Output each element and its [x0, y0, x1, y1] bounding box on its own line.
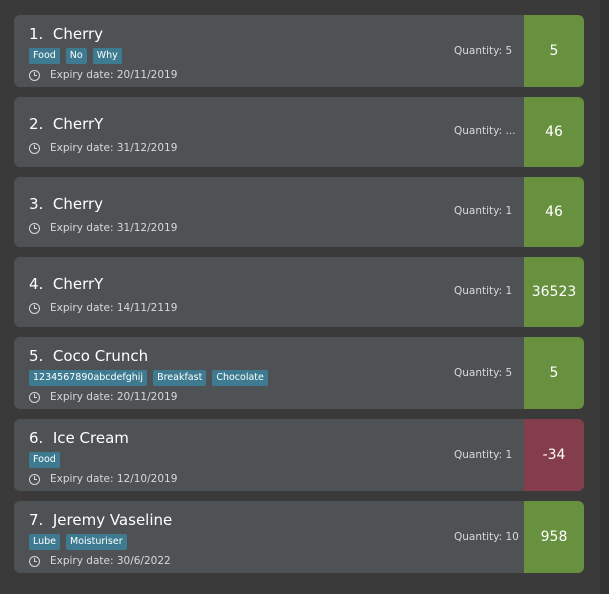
days-remaining-badge: 5 — [524, 337, 584, 409]
days-remaining-badge: 958 — [524, 501, 584, 573]
tag-list: Lube Moisturiser — [29, 534, 127, 550]
list-item[interactable]: 3. Cherry Expiry date: 31/12/2019 Quanti… — [14, 177, 584, 247]
clock-icon — [29, 142, 40, 154]
clock-icon — [29, 69, 40, 81]
clock-icon — [29, 473, 40, 485]
days-remaining-badge: -34 — [524, 419, 584, 491]
expiry-date: Expiry date: 31/12/2019 — [50, 222, 178, 234]
tag: No — [65, 48, 87, 64]
expiry-date: Expiry date: 20/11/2019 — [50, 391, 178, 403]
days-remaining-badge: 46 — [524, 97, 584, 167]
expiry-row: Expiry date: 20/11/2019 — [29, 391, 177, 403]
item-list-panel: 1. Cherry Food No Why Expiry date: 20/11… — [0, 0, 600, 594]
item-index: 3. — [29, 195, 44, 213]
days-remaining-badge: 36523 — [524, 257, 584, 327]
item-name: Ice Cream — [52, 429, 129, 447]
days-remaining-badge: 5 — [524, 15, 584, 87]
tag: Lube — [29, 534, 61, 550]
list-item[interactable]: 6. Ice Cream Food Expiry date: 12/10/201… — [14, 419, 584, 491]
item-name: CherrY — [52, 275, 104, 293]
expiry-row: Expiry date: 30/6/2022 — [29, 555, 171, 567]
expiry-date: Expiry date: 31/12/2019 — [50, 142, 178, 154]
expiry-date: Expiry date: 14/11/2119 — [50, 302, 178, 314]
item-name: Jeremy Vaseline — [52, 511, 173, 529]
item-name: Cherry — [52, 195, 104, 213]
item-index: 7. — [29, 511, 44, 529]
expiry-row: Expiry date: 12/10/2019 — [29, 473, 177, 485]
quantity-label: Quantity: 1 — [454, 205, 513, 217]
expiry-date: Expiry date: 12/10/2019 — [50, 473, 178, 485]
item-title: 7. Jeremy Vaseline — [29, 511, 172, 529]
item-title: 6. Ice Cream — [29, 429, 129, 447]
clock-icon — [29, 555, 40, 567]
tag-list: Food — [29, 452, 60, 468]
item-title: 4. CherrY — [29, 275, 103, 293]
expiry-date: Expiry date: 30/6/2022 — [50, 555, 171, 567]
quantity-label: Quantity: 10 — [454, 531, 519, 543]
scrollbar[interactable] — [600, 0, 609, 594]
tag: Why — [92, 48, 122, 64]
list-item[interactable]: 1. Cherry Food No Why Expiry date: 20/11… — [14, 15, 584, 87]
tag: Moisturiser — [66, 534, 127, 550]
item-index: 5. — [29, 347, 44, 365]
tag-list: Food No Why — [29, 48, 122, 64]
quantity-label: Quantity: ... — [454, 125, 516, 137]
item-title: 1. Cherry — [29, 25, 103, 43]
clock-icon — [29, 302, 40, 314]
tag: Chocolate — [212, 370, 268, 386]
tag: Breakfast — [153, 370, 207, 386]
item-index: 1. — [29, 25, 44, 43]
item-title: 5. Coco Crunch — [29, 347, 148, 365]
list-item[interactable]: 4. CherrY Expiry date: 14/11/2119 Quanti… — [14, 257, 584, 327]
clock-icon — [29, 222, 40, 234]
item-index: 6. — [29, 429, 44, 447]
item-name: CherrY — [52, 115, 104, 133]
quantity-label: Quantity: 5 — [454, 45, 513, 57]
item-index: 4. — [29, 275, 44, 293]
item-title: 3. Cherry — [29, 195, 103, 213]
list-item[interactable]: 5. Coco Crunch 1234567890abcdefghij Brea… — [14, 337, 584, 409]
days-remaining-badge: 46 — [524, 177, 584, 247]
expiry-row: Expiry date: 14/11/2119 — [29, 302, 177, 314]
quantity-label: Quantity: 1 — [454, 449, 513, 461]
tag: Food — [29, 452, 60, 468]
expiry-row: Expiry date: 31/12/2019 — [29, 142, 177, 154]
clock-icon — [29, 391, 40, 403]
item-name: Cherry — [52, 25, 104, 43]
quantity-label: Quantity: 5 — [454, 367, 513, 379]
expiry-row: Expiry date: 31/12/2019 — [29, 222, 177, 234]
expiry-row: Expiry date: 20/11/2019 — [29, 69, 177, 81]
tag: Food — [29, 48, 60, 64]
item-index: 2. — [29, 115, 44, 133]
list-item[interactable]: 2. CherrY Expiry date: 31/12/2019 Quanti… — [14, 97, 584, 167]
item-name: Coco Crunch — [52, 347, 149, 365]
expiry-date: Expiry date: 20/11/2019 — [50, 69, 178, 81]
tag-list: 1234567890abcdefghij Breakfast Chocolate — [29, 370, 268, 386]
tag: 1234567890abcdefghij — [29, 370, 148, 386]
item-title: 2. CherrY — [29, 115, 103, 133]
list-item[interactable]: 7. Jeremy Vaseline Lube Moisturiser Expi… — [14, 501, 584, 573]
quantity-label: Quantity: 1 — [454, 285, 513, 297]
